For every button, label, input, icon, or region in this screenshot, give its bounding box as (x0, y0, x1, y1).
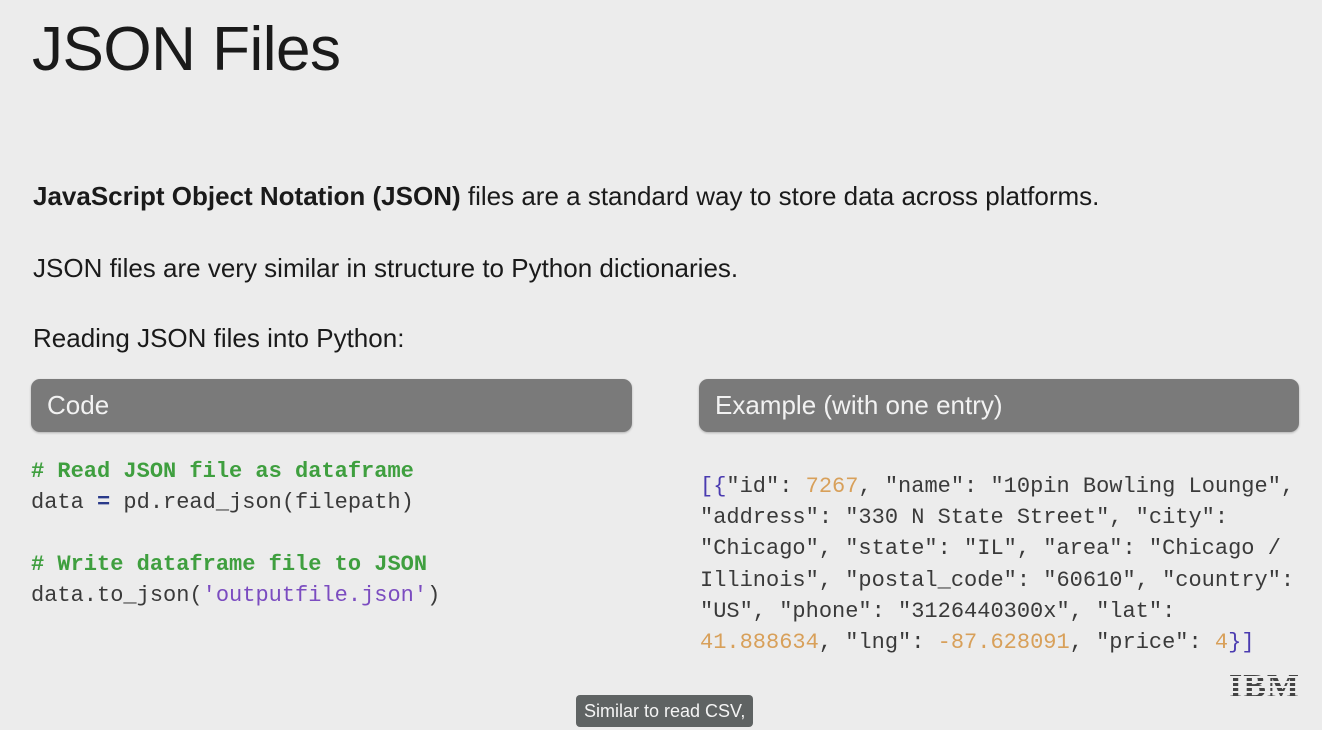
json-similarity-text: JSON files are very similar in structure… (33, 253, 739, 283)
code-block: # Read JSON file as dataframe data = pd.… (31, 456, 440, 611)
code-comment-write: # Write dataframe file to JSON (31, 552, 428, 577)
slide-title: JSON Files (32, 15, 341, 84)
json-definition-rest: files are a standard way to store data a… (460, 181, 1100, 211)
example-panel-header: Example (with one entry) (699, 379, 1299, 432)
json-example-block: [{"id": 7267, "name": "10pin Bowling Lou… (700, 474, 1295, 656)
code-line-write: data.to_json('outputfile.json') (31, 583, 441, 608)
reading-json-text: Reading JSON files into Python: (33, 323, 405, 353)
json-definition-bold: JavaScript Object Notation (JSON) (33, 181, 461, 211)
code-line-read: data = pd.read_json(filepath) (31, 490, 414, 515)
json-definition-text: JavaScript Object Notation (JSON) files … (33, 180, 1099, 212)
code-panel-header: Code (31, 379, 632, 432)
code-comment-read: # Read JSON file as dataframe (31, 459, 414, 484)
ibm-logo: IBM (1229, 668, 1300, 705)
video-caption: Similar to read CSV, (576, 695, 754, 727)
